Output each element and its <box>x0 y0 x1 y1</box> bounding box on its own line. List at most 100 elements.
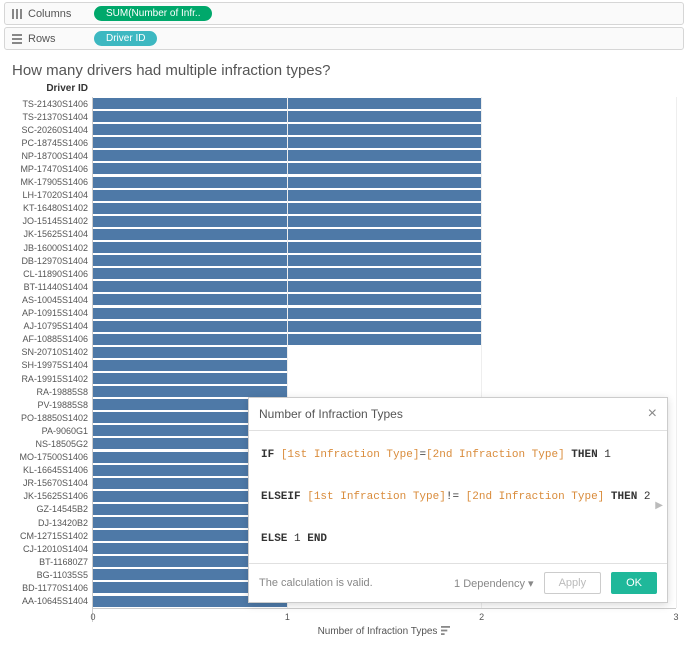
bar-fill[interactable] <box>93 242 482 253</box>
bar-fill[interactable] <box>93 334 482 345</box>
apply-button[interactable]: Apply <box>544 572 602 594</box>
x-tick: 1 <box>285 612 290 622</box>
table-row: TS-21430S1406 <box>12 97 676 110</box>
close-icon[interactable]: × <box>648 406 657 422</box>
row-label: AJ-10795S1404 <box>12 321 92 331</box>
bar-fill[interactable] <box>93 347 287 358</box>
columns-pill[interactable]: SUM(Number of Infr.. <box>94 6 212 21</box>
bar-track <box>92 280 676 293</box>
row-label: PV-19885S8 <box>12 400 92 410</box>
row-label: TS-21430S1406 <box>12 99 92 109</box>
table-row: JK-15625S1404 <box>12 228 676 241</box>
row-label: SC-20260S1404 <box>12 125 92 135</box>
bar-fill[interactable] <box>93 255 482 266</box>
table-row: CL-11890S1406 <box>12 267 676 280</box>
row-label: SN-20710S1402 <box>12 347 92 357</box>
rows-shelf-label: Rows <box>11 33 86 45</box>
bar-fill[interactable] <box>93 111 482 122</box>
bar-track <box>92 346 676 359</box>
caret-right-icon[interactable]: ▶ <box>655 497 663 516</box>
bar-track <box>92 110 676 123</box>
row-label: MP-17470S1406 <box>12 164 92 174</box>
table-row: AP-10915S1404 <box>12 307 676 320</box>
x-tick: 3 <box>673 612 678 622</box>
bar-track <box>92 162 676 175</box>
table-row: AS-10045S1404 <box>12 293 676 306</box>
bar-track <box>92 136 676 149</box>
x-axis-label-text: Number of Infraction Types <box>318 626 438 637</box>
bar-track <box>92 359 676 372</box>
row-label: AP-10915S1404 <box>12 308 92 318</box>
bar-track <box>92 241 676 254</box>
rows-icon <box>11 33 23 45</box>
row-label: DJ-13420B2 <box>12 518 92 528</box>
bar-fill[interactable] <box>93 294 482 305</box>
row-label: JB-16000S1402 <box>12 243 92 253</box>
bar-fill[interactable] <box>93 98 482 109</box>
bar-fill[interactable] <box>93 124 482 135</box>
table-row: SC-20260S1404 <box>12 123 676 136</box>
bar-fill[interactable] <box>93 137 482 148</box>
bar-fill[interactable] <box>93 360 287 371</box>
bar-track <box>92 293 676 306</box>
rows-pill[interactable]: Driver ID <box>94 31 157 46</box>
bar-fill[interactable] <box>93 281 482 292</box>
bar-fill[interactable] <box>93 386 287 397</box>
bar-track <box>92 333 676 346</box>
calc-editor-header: Number of Infraction Types × <box>249 398 667 431</box>
bar-track <box>92 97 676 110</box>
bar-fill[interactable] <box>93 373 287 384</box>
table-row: BT-11440S1404 <box>12 280 676 293</box>
row-label: KT-16480S1402 <box>12 203 92 213</box>
calc-editor-body[interactable]: IF [1st Infraction Type]=[2nd Infraction… <box>249 431 667 563</box>
bar-fill[interactable] <box>93 203 482 214</box>
row-label: AA-10645S1404 <box>12 596 92 606</box>
bar-fill[interactable] <box>93 321 482 332</box>
chevron-down-icon: ▾ <box>528 578 534 590</box>
rows-shelf[interactable]: Rows Driver ID <box>4 27 684 50</box>
bar-track <box>92 228 676 241</box>
bar-fill[interactable] <box>93 190 482 201</box>
row-label: PO-18850S1402 <box>12 413 92 423</box>
row-label: JR-15670S1404 <box>12 478 92 488</box>
row-label: JK-15625S1406 <box>12 491 92 501</box>
row-label: SH-19975S1404 <box>12 360 92 370</box>
x-axis: 0123 <box>12 608 676 626</box>
row-label: NP-18700S1404 <box>12 151 92 161</box>
bar-track <box>92 176 676 189</box>
row-label: PA-9060G1 <box>12 426 92 436</box>
x-axis-label: Number of Infraction Types <box>92 626 676 638</box>
table-row: NP-18700S1404 <box>12 149 676 162</box>
bar-fill[interactable] <box>93 268 482 279</box>
calc-editor-footer: The calculation is valid. 1 Dependency ▾… <box>249 563 667 602</box>
bar-track <box>92 215 676 228</box>
columns-label-text: Columns <box>28 8 71 20</box>
row-label: DB-12970S1404 <box>12 256 92 266</box>
bar-track <box>92 267 676 280</box>
table-row: JB-16000S1402 <box>12 241 676 254</box>
bar-fill[interactable] <box>93 229 482 240</box>
table-row: SH-19975S1404 <box>12 359 676 372</box>
row-label: AF-10885S1406 <box>12 334 92 344</box>
bar-fill[interactable] <box>93 150 482 161</box>
table-row: AJ-10795S1404 <box>12 320 676 333</box>
bar-fill[interactable] <box>93 163 482 174</box>
row-label: CJ-12010S1404 <box>12 544 92 554</box>
calc-editor-dialog: Number of Infraction Types × IF [1st Inf… <box>248 397 668 603</box>
bar-fill[interactable] <box>93 308 482 319</box>
bar-fill[interactable] <box>93 216 482 227</box>
x-axis-track: 0123 <box>92 608 676 622</box>
ok-button[interactable]: OK <box>611 572 657 594</box>
dependency-dropdown[interactable]: 1 Dependency ▾ <box>454 577 534 590</box>
table-row: MK-17905S1406 <box>12 176 676 189</box>
columns-icon <box>11 8 23 20</box>
table-row: JO-15145S1402 <box>12 215 676 228</box>
bar-fill[interactable] <box>93 177 482 188</box>
row-label: BG-11035S5 <box>12 570 92 580</box>
columns-shelf[interactable]: Columns SUM(Number of Infr.. <box>4 2 684 25</box>
calc-editor-title[interactable]: Number of Infraction Types <box>259 407 403 421</box>
table-row: TS-21370S1404 <box>12 110 676 123</box>
row-label: GZ-14545B2 <box>12 504 92 514</box>
table-row: PC-18745S1406 <box>12 136 676 149</box>
sort-icon[interactable] <box>441 626 450 638</box>
